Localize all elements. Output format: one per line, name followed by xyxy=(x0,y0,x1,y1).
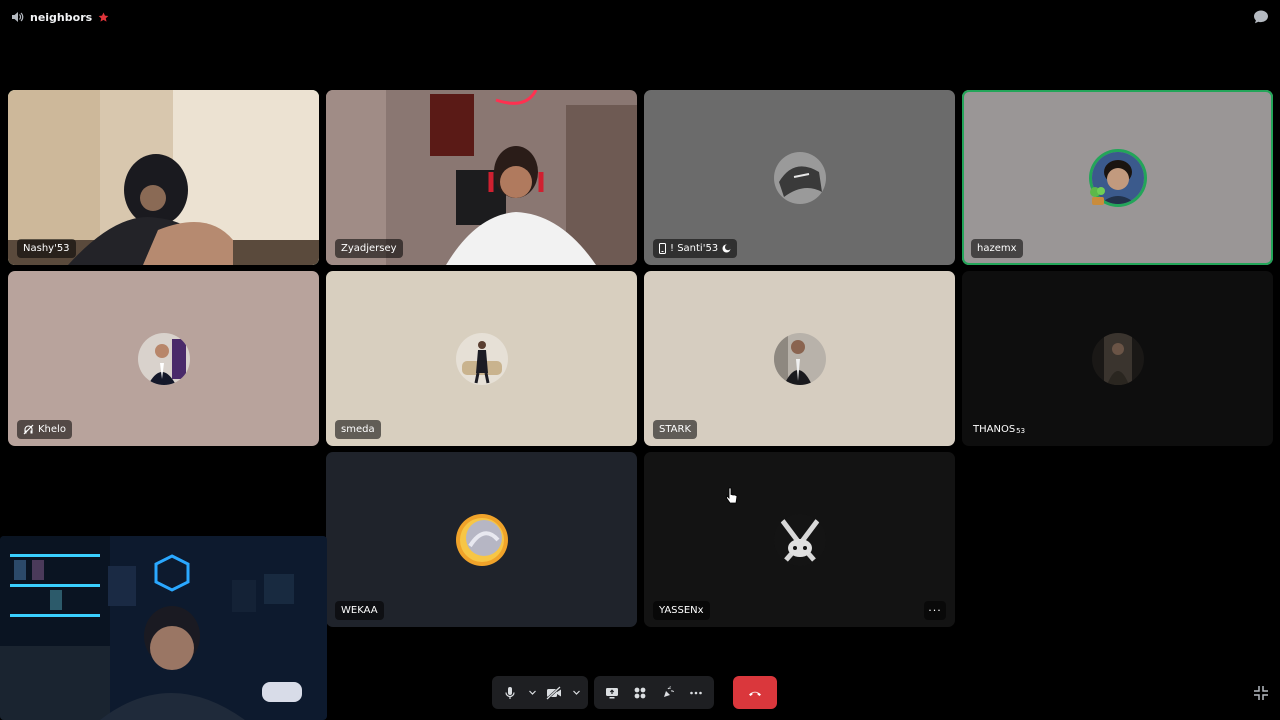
chat-button[interactable] xyxy=(1252,8,1270,26)
participant-avatar xyxy=(773,151,826,204)
participant-name: THANOS xyxy=(973,424,1016,435)
participant-tile-smeda[interactable]: smeda xyxy=(326,271,637,446)
call-header: neighbors xyxy=(0,0,1280,34)
more-icon: ··· xyxy=(928,604,942,617)
participant-nameplate: Khelo xyxy=(17,420,72,439)
participant-tile-wekaa[interactable]: WEKAA xyxy=(326,452,637,627)
participant-tile-nashy[interactable]: Nashy'53 xyxy=(8,90,319,265)
participant-avatar xyxy=(1091,332,1144,385)
soundboard-icon xyxy=(664,685,675,697)
participant-name: Zyadjersey xyxy=(341,243,397,254)
participant-avatar xyxy=(137,332,190,385)
participant-avatar xyxy=(455,513,508,566)
participant-nameplate: hazemx xyxy=(971,239,1023,258)
more-options-button[interactable] xyxy=(682,679,710,707)
audio-video-controls xyxy=(492,676,588,709)
participant-name: YASSENx xyxy=(659,605,704,616)
participant-more-button[interactable]: ··· xyxy=(924,601,946,620)
participant-nameplate: STARK xyxy=(653,420,698,439)
mic-options-button[interactable] xyxy=(524,679,540,707)
participant-tile-zyadjersey[interactable]: Zyadjersey xyxy=(326,90,637,265)
participant-tile-thanos[interactable]: THANOS 53 xyxy=(962,271,1273,446)
exit-fullscreen-button[interactable] xyxy=(1252,684,1270,702)
deafened-icon xyxy=(23,424,34,435)
participant-nameplate: ! Santi'53 xyxy=(653,239,738,258)
moon-icon xyxy=(722,244,732,253)
mute-button[interactable] xyxy=(496,679,524,707)
participant-nameplate: YASSENx xyxy=(653,601,710,620)
exit-fullscreen-icon xyxy=(1254,686,1268,700)
participant-name: ! Santi'53 xyxy=(670,243,719,254)
mobile-phone-icon xyxy=(659,243,666,254)
participant-tile-stark[interactable]: STARK xyxy=(644,271,955,446)
plant-decoration-icon xyxy=(1090,187,1105,205)
microphone-icon xyxy=(505,686,515,699)
call-extras-controls xyxy=(594,676,714,709)
soundboard-button[interactable] xyxy=(654,679,682,707)
participant-nameplate: Zyadjersey xyxy=(335,239,403,258)
screen-share-button[interactable] xyxy=(598,679,626,707)
self-video xyxy=(0,536,327,720)
voice-call-view: neighbors Nashy'53 Zyadjersey ! Santi'53… xyxy=(0,0,1280,720)
participant-tile-hazemx[interactable]: hazemx xyxy=(962,90,1273,265)
activities-button[interactable] xyxy=(626,679,654,707)
participant-name: hazemx xyxy=(977,243,1017,254)
participant-name: Nashy'53 xyxy=(23,243,70,254)
participant-avatar xyxy=(773,332,826,385)
voice-channel[interactable]: neighbors xyxy=(10,8,109,26)
chat-bubble-icon xyxy=(1254,10,1268,24)
red-star-icon xyxy=(98,11,109,22)
participant-name: STARK xyxy=(659,424,692,435)
participant-tile-khelo[interactable]: Khelo xyxy=(8,271,319,446)
participant-name: WEKAA xyxy=(341,605,378,616)
self-video-preview[interactable] xyxy=(0,536,327,720)
call-control-bar xyxy=(492,676,777,709)
disconnect-button[interactable] xyxy=(733,676,777,709)
participant-name: smeda xyxy=(341,424,375,435)
chevron-down-icon xyxy=(528,690,536,695)
more-icon xyxy=(690,691,702,694)
participant-nameplate: smeda xyxy=(335,420,381,439)
participant-nameplate: WEKAA xyxy=(335,601,384,620)
camera-options-button[interactable] xyxy=(568,679,584,707)
phone-hangup-icon xyxy=(749,691,761,696)
hand-cursor-icon xyxy=(726,487,738,504)
participant-avatar xyxy=(455,332,508,385)
channel-name: neighbors xyxy=(30,10,93,24)
speaker-icon xyxy=(12,12,24,22)
participant-nameplate: Nashy'53 xyxy=(17,239,76,258)
screen-share-icon xyxy=(606,687,618,698)
participant-name-suffix: 53 xyxy=(1016,427,1026,435)
participant-avatar xyxy=(773,513,826,566)
participant-name: Khelo xyxy=(38,424,66,435)
participant-nameplate: THANOS 53 xyxy=(971,420,1031,439)
participant-tile-yassenx[interactable]: YASSENx ··· xyxy=(644,452,955,627)
participant-tile-santi[interactable]: ! Santi'53 xyxy=(644,90,955,265)
chevron-down-icon xyxy=(572,690,580,695)
camera-off-icon xyxy=(546,685,561,700)
activities-icon xyxy=(634,687,646,698)
camera-button[interactable] xyxy=(540,679,568,707)
